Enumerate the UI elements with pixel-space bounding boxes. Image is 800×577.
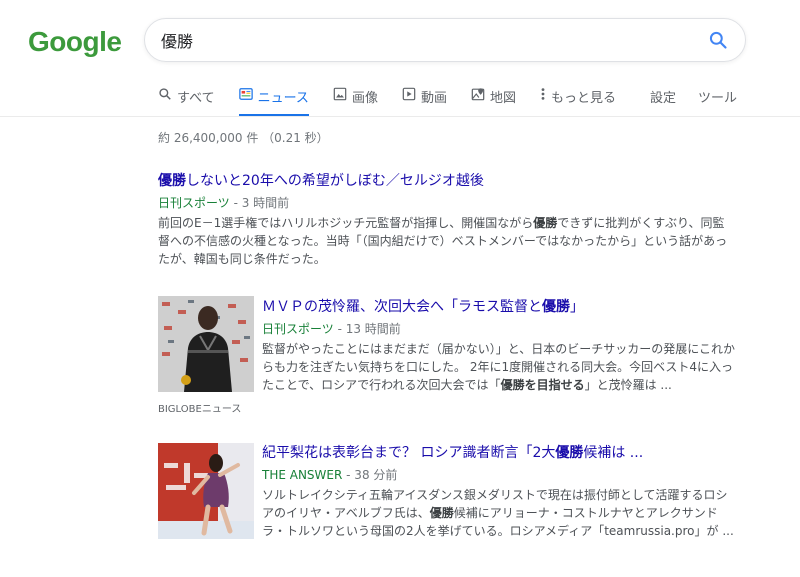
result-thumbnail-skater[interactable]	[158, 443, 254, 539]
result-title-link[interactable]: 紀平梨花は表彰台まで？ ロシア識者断言「2大優勝候補は ...	[262, 443, 736, 463]
source-name[interactable]: 日刊スポーツ	[158, 196, 230, 210]
header-divider	[0, 116, 800, 117]
title-text: 候補は ...	[583, 445, 644, 461]
title-text: しないと20年への希望がしぼむ／セルジオ越後	[186, 173, 484, 189]
result-time: - 38 分前	[342, 468, 398, 482]
result-snippet: ソルトレイクシティ五輪アイスダンス銀メダリストで現在は振付師として活躍するロシア…	[262, 486, 736, 540]
title-text: 紀平梨花は表彰台まで？ ロシア識者断言「2大	[262, 445, 556, 461]
title-text: 」	[570, 299, 584, 315]
title-text: ＭＶＰの茂怜羅、次回大会へ「ラモス監督と	[262, 299, 542, 315]
snippet-text: 」と茂怜羅は ...	[584, 378, 672, 392]
video-icon	[402, 87, 416, 101]
image-icon	[333, 87, 347, 101]
tab-all[interactable]: すべて	[158, 84, 215, 114]
news-result-1: 優勝しないと20年への希望がしぼむ／セルジオ越後 日刊スポーツ - 3 時間前 …	[158, 171, 733, 268]
result-title-link[interactable]: ＭＶＰの茂怜羅、次回大会へ「ラモス監督と優勝」	[262, 297, 736, 317]
search-icon[interactable]	[707, 29, 729, 51]
tab-maps[interactable]: 地図	[471, 84, 516, 114]
result-snippet: 監督がやったことにはまだまだ（届かない）」と、日本のビーチサッカーの発展にこれか…	[262, 340, 736, 394]
tab-label: 地図	[489, 91, 516, 106]
result-stats: 約 26,400,000 件 （0.21 秒）	[158, 131, 329, 145]
map-icon	[471, 88, 485, 101]
source-name[interactable]: 日刊スポーツ	[262, 322, 334, 336]
news-result-2: ＭＶＰの茂怜羅、次回大会へ「ラモス監督と優勝」 日刊スポーツ - 13 時間前 …	[262, 297, 736, 394]
result-time: - 13 時間前	[333, 322, 401, 336]
snippet-highlight: 優勝を目指せる	[500, 378, 585, 392]
tab-label: 動画	[420, 91, 447, 106]
settings-link[interactable]: 設定	[650, 87, 676, 106]
tab-label: 画像	[351, 91, 378, 106]
result-thumbnail-soccer[interactable]	[158, 296, 254, 392]
tab-videos[interactable]: 動画	[402, 84, 447, 114]
result-source: 日刊スポーツ - 13 時間前	[262, 320, 736, 338]
thumbnail-caption: BIGLOBEニュース	[158, 404, 242, 415]
title-highlight: 優勝	[158, 173, 186, 189]
tab-more[interactable]: もっと見る	[540, 84, 616, 114]
snippet-highlight: 優勝	[533, 216, 558, 230]
search-icon	[159, 88, 171, 100]
news-icon	[238, 88, 253, 100]
search-box[interactable]	[144, 18, 746, 62]
result-snippet: 前回のE－1選手権ではハリルホジッチ元監督が指揮し、開催国ながら優勝できずに批判…	[158, 214, 733, 268]
result-source: 日刊スポーツ - 3 時間前	[158, 194, 733, 212]
result-title-link[interactable]: 優勝しないと20年への希望がしぼむ／セルジオ越後	[158, 171, 733, 191]
tab-images[interactable]: 画像	[333, 84, 378, 114]
snippet-text: 前回のE－1選手権ではハリルホジッチ元監督が指揮し、開催国ながら	[158, 216, 534, 230]
title-highlight: 優勝	[555, 445, 584, 461]
tab-label: もっと見る	[550, 91, 616, 106]
search-tabs: すべて ニュース 画像 動画 地図 もっと見る	[158, 84, 640, 117]
more-vert-icon	[541, 88, 545, 100]
title-highlight: 優勝	[542, 299, 570, 315]
tools-link[interactable]: ツール	[698, 87, 737, 106]
tab-label: ニュース	[257, 91, 309, 106]
google-logo[interactable]: Google	[28, 26, 122, 58]
result-time: - 3 時間前	[229, 196, 290, 210]
tab-label: すべて	[177, 91, 215, 106]
source-name[interactable]: THE ANSWER	[262, 468, 342, 482]
search-input[interactable]	[161, 30, 707, 50]
result-source: THE ANSWER - 38 分前	[262, 466, 736, 484]
tab-news[interactable]: ニュース	[238, 84, 309, 117]
snippet-highlight: 優勝	[429, 506, 454, 520]
news-result-3: 紀平梨花は表彰台まで？ ロシア識者断言「2大優勝候補は ... THE ANSW…	[262, 443, 736, 540]
